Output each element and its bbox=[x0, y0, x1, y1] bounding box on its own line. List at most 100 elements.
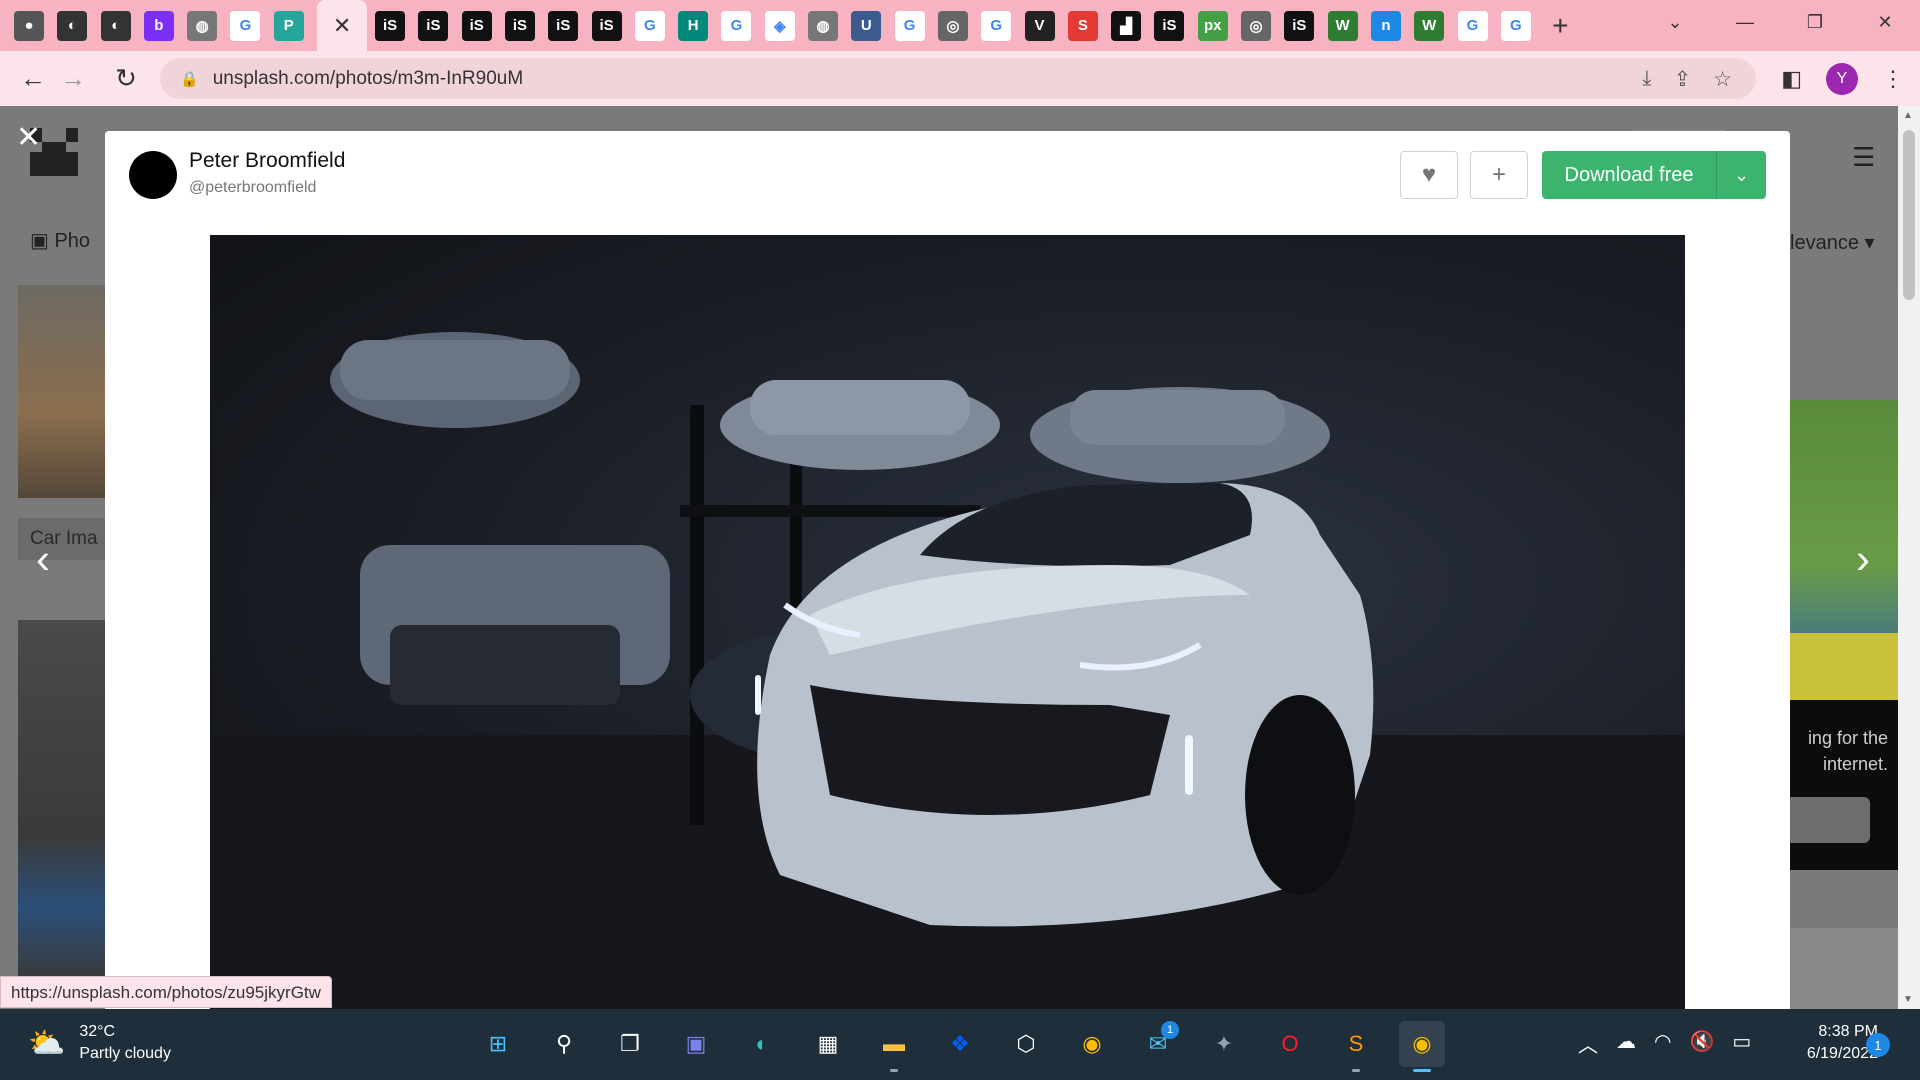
sublime-text-icon[interactable]: S bbox=[1333, 1021, 1379, 1072]
globe-icon[interactable]: ◍ bbox=[187, 10, 218, 41]
wifi-icon[interactable]: ◠ bbox=[1654, 1029, 1671, 1058]
windows-start-icon[interactable]: ⊞ bbox=[475, 1021, 521, 1067]
v-logo-icon[interactable]: V bbox=[1024, 10, 1055, 41]
red-logo-icon[interactable]: S bbox=[1067, 10, 1098, 41]
search-icon[interactable]: ⚲ bbox=[541, 1021, 587, 1067]
teams-chat-icon[interactable]: ▣ bbox=[673, 1021, 719, 1067]
minimize-button[interactable]: — bbox=[1710, 12, 1780, 33]
author-avatar[interactable] bbox=[129, 151, 177, 199]
close-icon[interactable]: ✕ bbox=[317, 0, 368, 51]
notification-badge[interactable]: 1 bbox=[1866, 1033, 1890, 1057]
back-button[interactable]: ← bbox=[13, 59, 53, 99]
istock-icon[interactable]: iS bbox=[418, 10, 449, 41]
google-icon[interactable]: G bbox=[1457, 10, 1488, 41]
partly-cloudy-icon: ⛅ bbox=[28, 1026, 66, 1060]
mail-icon[interactable]: ✉ 1 bbox=[1135, 1021, 1181, 1067]
weather-widget[interactable]: ⛅ 32°C Partly cloudy bbox=[28, 1021, 171, 1065]
p-logo-icon[interactable]: P bbox=[273, 10, 304, 41]
show-hidden-icons-icon[interactable]: ︿ bbox=[1578, 1029, 1598, 1058]
google-icon[interactable]: G bbox=[721, 10, 752, 41]
istock-icon[interactable]: iS bbox=[461, 10, 492, 41]
plus-icon: + bbox=[1491, 161, 1506, 188]
profile-avatar[interactable]: Y bbox=[1826, 62, 1858, 95]
globe-icon[interactable]: ◍ bbox=[808, 10, 839, 41]
b-logo-icon[interactable]: b bbox=[143, 10, 174, 41]
volume-muted-icon[interactable]: 🔇 bbox=[1689, 1029, 1714, 1058]
istock-icon[interactable]: iS bbox=[1154, 10, 1185, 41]
n-logo-icon[interactable]: n bbox=[1370, 10, 1401, 41]
network-tool-icon-glyph: ✦ bbox=[1214, 1031, 1234, 1056]
dropbox-icon[interactable]: ❖ bbox=[937, 1021, 983, 1067]
forward-button[interactable]: → bbox=[53, 59, 93, 99]
store-icon[interactable]: ▦ bbox=[805, 1021, 851, 1067]
istock-icon[interactable]: iS bbox=[504, 10, 535, 41]
opera-icon[interactable]: O bbox=[1267, 1021, 1313, 1067]
like-button[interactable]: ♥ bbox=[1400, 151, 1458, 199]
scroll-up-icon[interactable]: ▲ bbox=[1903, 110, 1913, 121]
scrollbar-thumb[interactable] bbox=[1903, 130, 1915, 300]
task-view-icon-glyph: ❐ bbox=[620, 1031, 640, 1056]
dropbox-icon-glyph: ❖ bbox=[950, 1031, 970, 1056]
clock[interactable]: 8:38 PM 6/19/2022 bbox=[1770, 1021, 1878, 1065]
ad-text-line: ing for the bbox=[1807, 728, 1888, 748]
address-bar[interactable]: 🔒 unsplash.com/photos/m3m-InR90uM ⤓ ⇪ ☆ bbox=[160, 58, 1756, 99]
google-icon[interactable]: G bbox=[1500, 10, 1531, 41]
istock-icon[interactable]: iS bbox=[1284, 10, 1315, 41]
download-button[interactable]: Download free ⌄ bbox=[1542, 151, 1766, 199]
share-icon[interactable]: ⇪ bbox=[1674, 67, 1692, 92]
close-window-button[interactable]: ✕ bbox=[1850, 12, 1920, 33]
add-to-collection-button[interactable]: + bbox=[1470, 151, 1528, 199]
chrome-gray-icon[interactable]: ◎ bbox=[1241, 10, 1272, 41]
hbl-icon[interactable]: H bbox=[678, 10, 709, 41]
running-indicator bbox=[1413, 1069, 1431, 1072]
previous-photo-icon[interactable]: ‹ bbox=[36, 535, 50, 583]
istock-icon[interactable]: iS bbox=[375, 10, 406, 41]
network-tool-icon[interactable]: ✦ bbox=[1201, 1021, 1247, 1067]
codepen-icon[interactable]: ◈ bbox=[764, 10, 795, 41]
author-name[interactable]: Peter Broomfield bbox=[189, 149, 345, 173]
restore-button[interactable]: ❐ bbox=[1780, 12, 1850, 33]
google-icon[interactable]: G bbox=[981, 10, 1012, 41]
ub-icon[interactable]: U bbox=[851, 10, 882, 41]
page-scrollbar[interactable]: ▲ ▼ bbox=[1898, 106, 1920, 1009]
reload-button[interactable]: ↻ bbox=[106, 59, 146, 99]
author-handle[interactable]: @peterbroomfield bbox=[189, 179, 316, 197]
unsplash-icon[interactable]: ▟ bbox=[1111, 10, 1142, 41]
scroll-down-icon[interactable]: ▼ bbox=[1903, 994, 1913, 1005]
chevron-down-icon[interactable]: ⌄ bbox=[1716, 151, 1766, 199]
battery-icon[interactable]: ▭ bbox=[1732, 1029, 1751, 1058]
gray-circle-icon[interactable]: ● bbox=[14, 10, 44, 41]
chrome-profile-icon[interactable]: ◉ bbox=[1399, 1021, 1445, 1072]
main-photo[interactable] bbox=[210, 235, 1685, 1009]
google-icon[interactable]: G bbox=[894, 10, 925, 41]
bookmark-star-icon[interactable]: ☆ bbox=[1713, 67, 1732, 92]
task-view-icon[interactable]: ❐ bbox=[607, 1021, 653, 1067]
istock-icon[interactable]: iS bbox=[591, 10, 622, 41]
chrome-gray-icon[interactable]: ◎ bbox=[937, 10, 968, 41]
browser-menu-icon[interactable]: ⋮ bbox=[1882, 66, 1904, 92]
px-icon[interactable]: px bbox=[1197, 10, 1228, 41]
unity-icon[interactable]: ⬡ bbox=[1003, 1021, 1049, 1067]
running-indicator bbox=[1352, 1069, 1360, 1072]
next-photo-icon[interactable]: › bbox=[1856, 535, 1870, 583]
system-tray: ︿ ☁ ◠ 🔇 ▭ bbox=[1578, 1029, 1751, 1058]
onedrive-cloud-icon[interactable]: ☁ bbox=[1616, 1029, 1636, 1058]
dark-q-icon[interactable]: ◐ bbox=[100, 10, 131, 41]
w-logo-icon[interactable]: W bbox=[1327, 10, 1358, 41]
tab-search-chevron-icon[interactable]: ⌄ bbox=[1640, 12, 1710, 33]
file-explorer-icon[interactable]: ▬ bbox=[871, 1021, 917, 1072]
w-logo-icon[interactable]: W bbox=[1414, 10, 1445, 41]
lock-icon[interactable]: 🔒 bbox=[180, 70, 199, 88]
close-modal-icon[interactable]: ✕ bbox=[16, 120, 41, 155]
side-panel-icon[interactable]: ◧ bbox=[1781, 66, 1802, 92]
edge-icon[interactable]: ◐ bbox=[739, 1021, 785, 1067]
background-thumbnail bbox=[18, 285, 106, 498]
google-icon[interactable]: G bbox=[230, 10, 261, 41]
chrome-icon[interactable]: ◉ bbox=[1069, 1021, 1115, 1067]
heart-icon: ♥ bbox=[1421, 161, 1437, 188]
new-tab-button[interactable]: + bbox=[1552, 10, 1568, 42]
install-app-icon[interactable]: ⤓ bbox=[1642, 67, 1651, 92]
dark-q-icon[interactable]: ◐ bbox=[57, 10, 88, 41]
istock-icon[interactable]: iS bbox=[548, 10, 579, 41]
google-icon[interactable]: G bbox=[634, 10, 665, 41]
